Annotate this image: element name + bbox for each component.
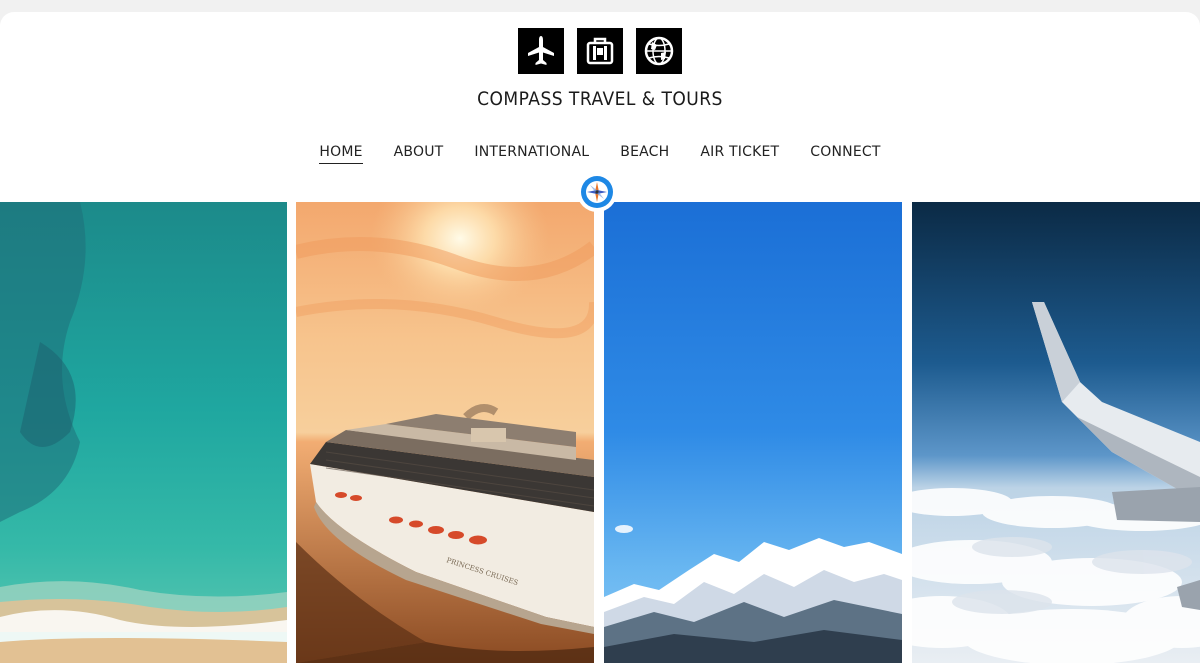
- nav-item-about[interactable]: ABOUT: [394, 144, 444, 164]
- airplane-icon: [518, 28, 564, 74]
- page-container: COMPASS TRAVEL & TOURS HOME ABOUT INTERN…: [0, 12, 1200, 663]
- nav-item-connect[interactable]: CONNECT: [810, 144, 880, 164]
- logo-icons: [0, 28, 1200, 74]
- globe-icon: [636, 28, 682, 74]
- compass-icon: [581, 176, 613, 208]
- hero-gallery: PRINCESS CRUISES: [0, 202, 1200, 663]
- brand-title: COMPASS TRAVEL & TOURS: [477, 88, 723, 110]
- suitcase-icon: [577, 28, 623, 74]
- main-nav: HOME ABOUT INTERNATIONAL BEACH AIR TICKE…: [0, 144, 1200, 164]
- nav-item-home[interactable]: HOME: [319, 144, 363, 164]
- photo-panel-airplane-wing[interactable]: [912, 202, 1200, 663]
- nav-item-international[interactable]: INTERNATIONAL: [474, 144, 589, 164]
- photo-panel-ocean-beach[interactable]: [0, 202, 287, 663]
- nav-item-beach[interactable]: BEACH: [620, 144, 669, 164]
- photo-panel-mountains[interactable]: [604, 202, 902, 663]
- nav-item-air-ticket[interactable]: AIR TICKET: [700, 144, 779, 164]
- compass-badge: [577, 172, 617, 212]
- photo-panel-cruise-ship[interactable]: PRINCESS CRUISES: [296, 202, 594, 663]
